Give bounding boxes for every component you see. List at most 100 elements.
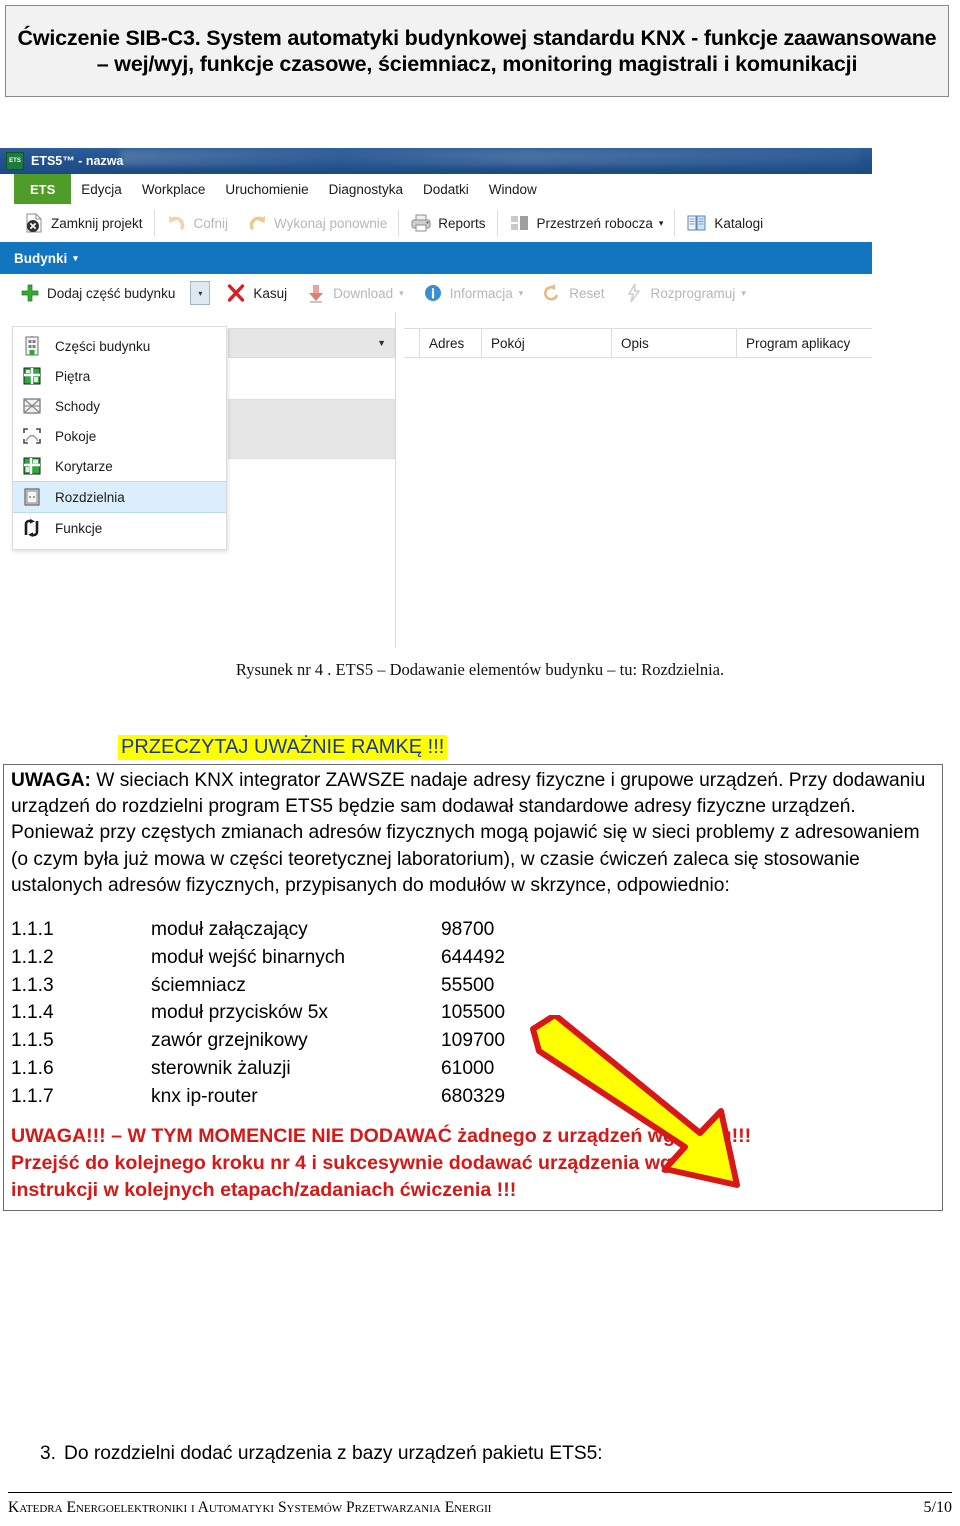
toolbar-info-button[interactable]: Informacja ▾ xyxy=(413,278,533,308)
step-3-text: Do rozdzielni dodać urządzenia z bazy ur… xyxy=(64,1443,603,1464)
ets-panel-header-budynki[interactable]: Budynki ▾ xyxy=(0,242,872,274)
tree-row[interactable] xyxy=(228,459,395,499)
list-item: 1.1.7 knx ip-router 680329 xyxy=(11,1083,505,1111)
list-item: 1.1.4 moduł przycisków 5x 105500 xyxy=(11,999,505,1027)
grid-header-opis[interactable]: Opis xyxy=(612,329,737,357)
catalog-book-icon xyxy=(686,212,708,234)
building-filter-combobox[interactable]: ▼ xyxy=(228,328,395,358)
chevron-down-icon[interactable]: ▾ xyxy=(73,253,78,264)
tree-row[interactable] xyxy=(228,359,395,399)
building-part-icon xyxy=(21,336,43,356)
chevron-down-icon[interactable]: ▾ xyxy=(741,288,746,299)
device-name: sterownik żaluzji xyxy=(151,1058,291,1079)
device-number: 61000 xyxy=(441,1058,495,1079)
delete-x-icon xyxy=(225,282,247,304)
menu-item-czesci-budynku[interactable]: Części budynku xyxy=(13,331,226,361)
step-3-number: 3. xyxy=(40,1443,57,1464)
menu-item-edycja[interactable]: Edycja xyxy=(71,174,132,204)
grid-header-program-aplikacyjny[interactable]: Program aplikacy xyxy=(737,329,872,357)
device-address: 1.1.3 xyxy=(11,974,54,996)
menu-item-pietra[interactable]: Piętra xyxy=(13,361,226,391)
toolbar-redo-button[interactable]: Wykonaj ponownie xyxy=(237,208,396,238)
list-item: 1.1.5 zawór grzejnikowy 109700 xyxy=(11,1027,505,1055)
toolbar-add-building-part-button[interactable]: Dodaj część budynku xyxy=(10,278,184,308)
device-name: ściemniacz xyxy=(151,974,246,996)
toolbar-workspace-label: Przestrzeń robocza xyxy=(536,215,653,231)
menu-item-schody[interactable]: Schody xyxy=(13,391,226,421)
toolbar-close-project-button[interactable]: Zamknij projekt xyxy=(14,208,152,238)
chevron-down-icon[interactable]: ▾ xyxy=(399,288,404,299)
ets-window-titlebar: ETS ETS5™ - nazwa xyxy=(0,148,872,174)
tree-row-selected[interactable] xyxy=(228,399,395,459)
menu-tab-ets[interactable]: ETS xyxy=(14,174,72,204)
printer-icon xyxy=(410,212,432,234)
menu-item-label: Rozdzielnia xyxy=(55,489,125,505)
menu-item-korytarze[interactable]: Korytarze xyxy=(13,451,226,481)
toolbar-reports-label: Reports xyxy=(438,215,486,231)
floor-icon xyxy=(21,366,43,386)
toolbar-delete-button[interactable]: Kasuj xyxy=(216,278,296,308)
red-warning-line-3: instrukcji w kolejnych etapach/zadaniach… xyxy=(11,1178,517,1201)
toolbar-catalogs-button[interactable]: Katalogi xyxy=(677,208,772,238)
plus-icon xyxy=(19,282,41,304)
toolbar-divider xyxy=(153,210,155,236)
menu-item-window[interactable]: Window xyxy=(479,174,547,204)
toolbar-download-button[interactable]: Download ▾ xyxy=(296,278,413,308)
menu-item-funkcje[interactable]: Funkcje xyxy=(13,513,226,543)
toolbar-reset-button[interactable]: Reset xyxy=(532,278,613,308)
menu-item-dodatki[interactable]: Dodatki xyxy=(413,174,479,204)
device-address-list: 1.1.1 moduł załączający 98700 1.1.2 modu… xyxy=(11,916,935,1111)
device-address: 1.1.1 xyxy=(11,919,54,941)
list-item: 1.1.3 ściemniacz 55500 xyxy=(11,972,505,1000)
device-number: 680329 xyxy=(441,1085,506,1107)
footer-department-name: Katedra Energoelektroniki i Automatyki S… xyxy=(8,1499,492,1516)
download-icon xyxy=(305,282,327,304)
building-part-type-dropdown-menu: Części budynku Piętra Schody Pokoje Kory… xyxy=(12,326,227,550)
ets-window-title: ETS5™ - nazwa xyxy=(31,154,124,168)
menu-item-label: Funkcje xyxy=(55,520,103,536)
ets-app-logo-icon: ETS xyxy=(6,152,24,170)
device-address: 1.1.4 xyxy=(11,1002,54,1024)
chevron-down-icon[interactable]: ▾ xyxy=(659,218,664,229)
toolbar-download-label: Download xyxy=(333,285,394,301)
menu-item-uruchomienie[interactable]: Uruchomienie xyxy=(215,174,318,204)
menu-item-workplace[interactable]: Workplace xyxy=(132,174,216,204)
page-footer: Katedra Energoelektroniki i Automatyki S… xyxy=(8,1499,952,1517)
toolbar-close-project-label: Zamknij projekt xyxy=(51,215,143,231)
device-number: 109700 xyxy=(441,1030,506,1052)
device-address: 1.1.2 xyxy=(11,946,54,968)
toolbar-undo-button[interactable]: Cofnij xyxy=(157,208,238,238)
grid-header-adres[interactable]: Adres xyxy=(420,329,482,357)
toolbar-workspace-button[interactable]: Przestrzeń robocza ▾ xyxy=(500,208,673,238)
ets-work-area: ▼ Adres Pokój Opis Program aplikacy Częś… xyxy=(0,312,872,648)
info-icon xyxy=(422,282,444,304)
device-address: 1.1.7 xyxy=(11,1085,54,1107)
menu-item-diagnostyka[interactable]: Diagnostyka xyxy=(319,174,413,204)
menu-item-pokoje[interactable]: Pokoje xyxy=(13,421,226,451)
red-warning-line-2: Przejść do kolejnego kroku nr 4 i sukces… xyxy=(11,1151,672,1174)
menu-item-label: Części budynku xyxy=(55,338,151,354)
ets-secondary-toolbar: Dodaj część budynku ▾ Kasuj Download ▾ I… xyxy=(0,274,872,313)
toolbar-reports-button[interactable]: Reports xyxy=(401,208,494,238)
chevron-down-icon[interactable]: ▾ xyxy=(519,288,524,299)
room-icon xyxy=(21,426,43,446)
menu-item-rozdzielnia[interactable]: Rozdzielnia xyxy=(13,481,226,513)
toolbar-unload-button[interactable]: Rozprogramuj ▾ xyxy=(614,278,755,308)
redo-icon xyxy=(246,212,268,234)
device-name: knx ip-router xyxy=(151,1085,258,1107)
device-address: 1.1.6 xyxy=(11,1058,54,1079)
panel-header-label: Budynki xyxy=(14,250,68,266)
panel-divider xyxy=(395,312,396,648)
unload-icon xyxy=(623,282,645,304)
menu-item-label: Schody xyxy=(55,398,101,414)
add-building-part-dropdown-button[interactable]: ▾ xyxy=(190,281,211,305)
cabinet-icon xyxy=(21,487,43,507)
device-name: moduł przycisków 5x xyxy=(151,1002,329,1024)
workspace-icon xyxy=(509,212,531,234)
grid-header-pokoj[interactable]: Pokój xyxy=(482,329,612,357)
toolbar-add-building-part-label: Dodaj część budynku xyxy=(47,285,176,301)
list-item: 1.1.1 moduł załączający 98700 xyxy=(11,916,505,944)
document-title-box: Ćwiczenie SIB-C3. System automatyki budy… xyxy=(5,5,949,97)
uwaga-paragraph: UWAGA: W sieciach KNX integrator ZAWSZE … xyxy=(11,768,935,899)
ets-menubar: ETS Edycja Workplace Uruchomienie Diagno… xyxy=(0,174,872,205)
